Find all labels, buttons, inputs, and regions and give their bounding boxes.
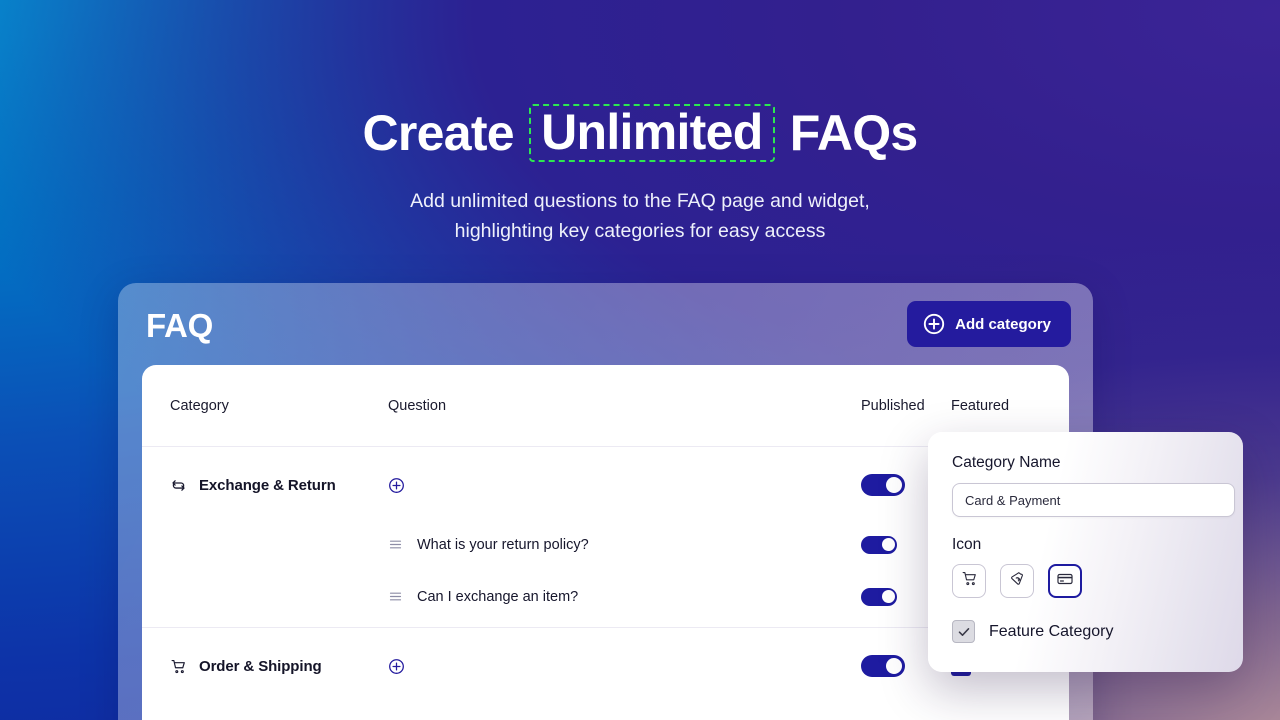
published-toggle[interactable] [861, 474, 905, 496]
feature-category-row[interactable]: Feature Category [952, 620, 1219, 643]
feature-category-label: Feature Category [989, 623, 1114, 641]
hero-headline: Create Unlimited FAQs [0, 103, 1280, 163]
table-header-row: Category Question Published Featured [142, 365, 1069, 447]
credit-card-icon [1056, 570, 1074, 593]
category-name: Order & Shipping [199, 658, 322, 675]
column-header-question: Question [388, 398, 861, 414]
exchange-return-icon [1009, 570, 1026, 592]
subheadline-line-1: Add unlimited questions to the FAQ page … [0, 186, 1280, 216]
column-header-featured: Featured [951, 398, 1041, 414]
drag-handle-icon[interactable] [388, 537, 403, 552]
icon-option-shopping-cart[interactable] [952, 564, 986, 598]
published-toggle[interactable] [861, 588, 897, 606]
icon-picker [952, 564, 1219, 598]
headline-row: Create Unlimited FAQs [0, 103, 1280, 163]
shopping-cart-icon [170, 658, 187, 675]
icon-option-exchange-return[interactable] [1000, 564, 1034, 598]
question-cell: What is your return policy? [388, 537, 861, 553]
drag-handle-icon[interactable] [388, 589, 403, 604]
plus-circle-icon [923, 313, 945, 335]
question-text: Can I exchange an item? [417, 589, 578, 605]
icon-option-credit-card[interactable] [1048, 564, 1082, 598]
headline-highlight-box: Unlimited [529, 104, 774, 162]
shopping-cart-icon [961, 570, 978, 592]
hero-subheadline: Add unlimited questions to the FAQ page … [0, 186, 1280, 246]
published-toggle[interactable] [861, 655, 905, 677]
card-header: FAQ Add category [118, 283, 1093, 365]
page-title: FAQ [146, 307, 213, 345]
column-header-published: Published [861, 398, 951, 414]
column-header-category: Category [170, 398, 388, 414]
feature-category-checkbox[interactable] [952, 620, 975, 643]
headline-text-pre: Create [362, 103, 527, 163]
category-name-input[interactable]: Card & Payment [952, 483, 1235, 517]
exchange-return-icon [170, 477, 187, 494]
question-cell [388, 658, 861, 675]
question-cell [388, 477, 861, 494]
add-question-icon[interactable] [388, 658, 405, 675]
add-question-icon[interactable] [388, 477, 405, 494]
table-row[interactable]: How long will it take to receive my orde… [142, 704, 1069, 720]
category-name: Exchange & Return [199, 477, 336, 494]
subheadline-line-2: highlighting key categories for easy acc… [0, 216, 1280, 246]
question-text: What is your return policy? [417, 537, 589, 553]
category-name-label: Category Name [952, 454, 1219, 472]
published-toggle[interactable] [861, 536, 897, 554]
headline-text-post: FAQs [777, 103, 918, 163]
category-cell: Order & Shipping [170, 658, 388, 675]
add-category-button[interactable]: Add category [907, 301, 1071, 347]
add-category-label: Add category [955, 316, 1051, 333]
category-cell: Exchange & Return [170, 477, 388, 494]
question-cell: Can I exchange an item? [388, 589, 861, 605]
icon-section-label: Icon [952, 536, 1219, 554]
category-editor-popup: Category Name Card & Payment Icon [928, 432, 1243, 672]
